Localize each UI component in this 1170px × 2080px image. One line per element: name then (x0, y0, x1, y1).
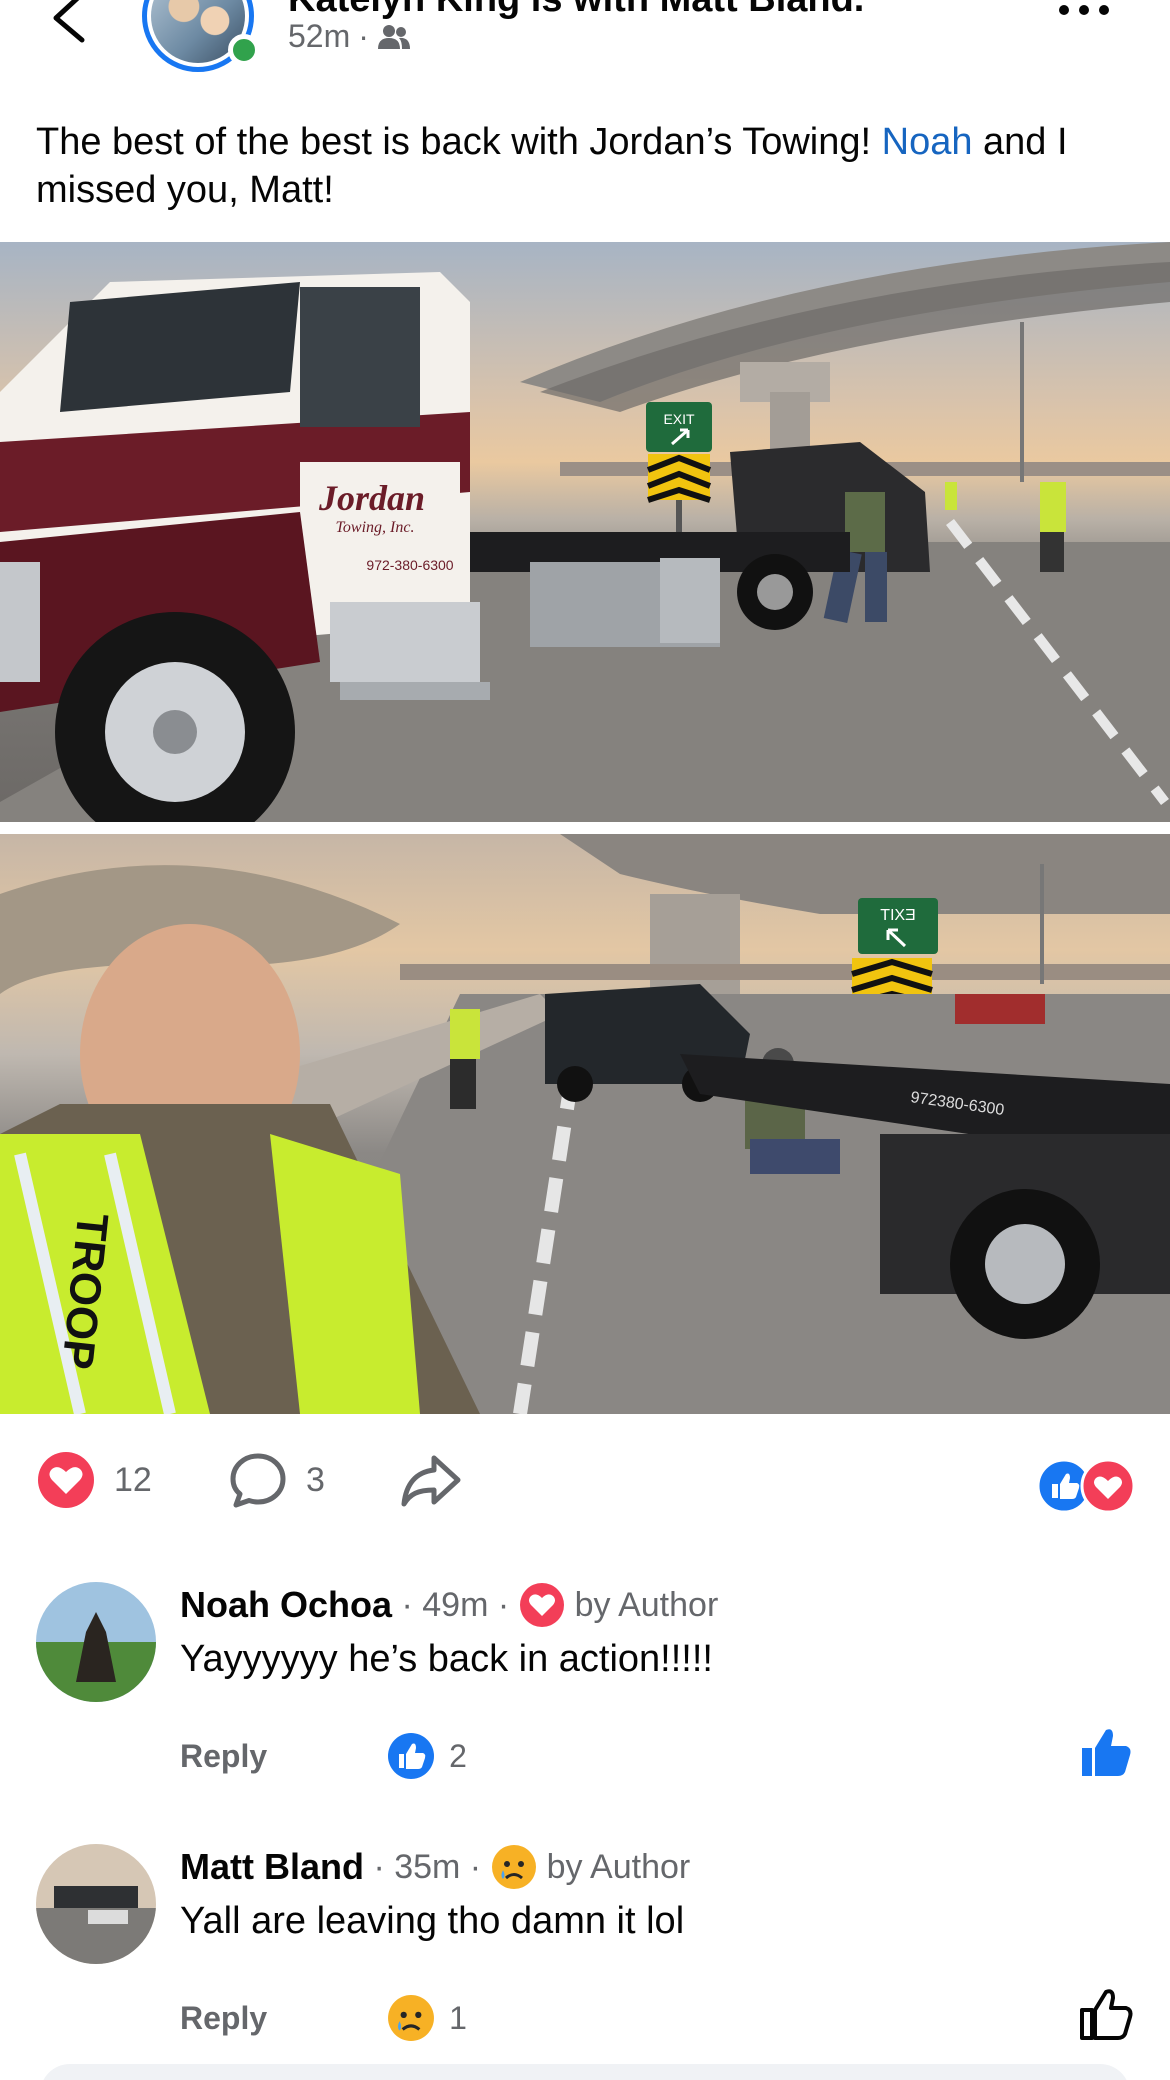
post-time: 52m (288, 18, 351, 54)
truck-company-name: Jordan (318, 478, 425, 518)
post-action-bar: 12 3 (0, 1440, 1170, 1520)
comment-item: Noah Ochoa · 49m · by Author Yayyyyyy he… (0, 1582, 1170, 1822)
share-button[interactable] (400, 1450, 462, 1510)
reactions-count: 12 (114, 1460, 152, 1499)
post-text: The best of the best is back with Jordan… (36, 121, 1068, 211)
comment-text: Yayyyyyy he’s back in action!!!!! (180, 1638, 713, 1680)
comments-count: 3 (306, 1460, 325, 1499)
online-status-dot (228, 34, 260, 66)
share-icon (401, 1455, 461, 1507)
comment-text: Yall are leaving tho damn it lol (180, 1900, 685, 1942)
reply-button[interactable]: Reply (180, 1738, 267, 1775)
post-photo-tow-truck[interactable]: EXIT Jordan Towing, Inc. 972-380-6300 (0, 242, 1170, 822)
exit-sign-mirrored-text: EXIT (880, 907, 916, 924)
like-outline-icon[interactable] (1078, 1988, 1134, 2044)
truck-phone: 972-380-6300 (366, 557, 453, 573)
comment-header: Noah Ochoa · 49m · by Author (180, 1582, 718, 1628)
love-reaction-icon (519, 1583, 564, 1627)
post-header: Katelyn King is with Matt Bland. 52m · (0, 0, 1170, 80)
sad-reaction-icon (491, 1845, 536, 1889)
love-reaction-icon (38, 1452, 94, 1508)
like-reaction-icon (388, 1733, 435, 1779)
react-button[interactable]: 12 (36, 1450, 152, 1510)
commenter-name[interactable]: Matt Bland (180, 1846, 364, 1888)
comment-time: 49m (422, 1585, 489, 1624)
by-author-label: by Author (546, 1847, 691, 1886)
comment-icon (230, 1453, 286, 1508)
back-arrow-icon[interactable] (44, 0, 94, 44)
truck-company-sub: Towing, Inc. (336, 519, 415, 536)
mention-link[interactable]: Noah (882, 121, 973, 163)
comment-body: Matt Bland · 35m · by Author Yall are le… (180, 1844, 690, 1943)
comment-reaction-summary[interactable]: 1 (387, 1994, 467, 2042)
by-author-label: by Author (574, 1585, 719, 1624)
comment-actions: Reply 1 (180, 1994, 467, 2042)
trooper-scene: EXIT 972380-6300 TROOP (0, 834, 1170, 1414)
commenter-name[interactable]: Noah Ochoa (180, 1584, 392, 1626)
more-options-icon[interactable] (1054, 0, 1114, 24)
author-avatar[interactable] (142, 0, 266, 72)
sad-reaction-icon (388, 1995, 435, 2041)
comment-reaction-count: 2 (449, 1737, 467, 1774)
commenter-avatar[interactable] (36, 1844, 156, 1964)
comment-composer[interactable] (40, 2064, 1130, 2080)
like-filled-icon[interactable] (1078, 1726, 1134, 1782)
friends-icon (377, 24, 410, 49)
reaction-summary-icons[interactable] (1036, 1458, 1136, 1514)
post-photo-trooper-selfie[interactable]: EXIT 972380-6300 TROOP (0, 834, 1170, 1414)
tow-truck-scene: EXIT Jordan Towing, Inc. 972-380-6300 (0, 242, 1170, 822)
comment-reaction-count: 1 (449, 1999, 467, 2036)
comment-time: 35m (394, 1847, 461, 1886)
comment-body: Noah Ochoa · 49m · by Author Yayyyyyy he… (180, 1582, 718, 1681)
comment-reaction-summary[interactable]: 2 (387, 1732, 467, 1780)
comment-item: Matt Bland · 35m · by Author Yall are le… (0, 1844, 1170, 2064)
exit-sign-text: EXIT (663, 411, 695, 427)
comment-button[interactable]: 3 (228, 1450, 325, 1510)
comment-header: Matt Bland · 35m · by Author (180, 1844, 690, 1890)
comment-actions: Reply 2 (180, 1732, 467, 1780)
commenter-avatar[interactable] (36, 1582, 156, 1702)
post-meta: 52m · (288, 18, 411, 55)
reply-button[interactable]: Reply (180, 2000, 267, 2037)
